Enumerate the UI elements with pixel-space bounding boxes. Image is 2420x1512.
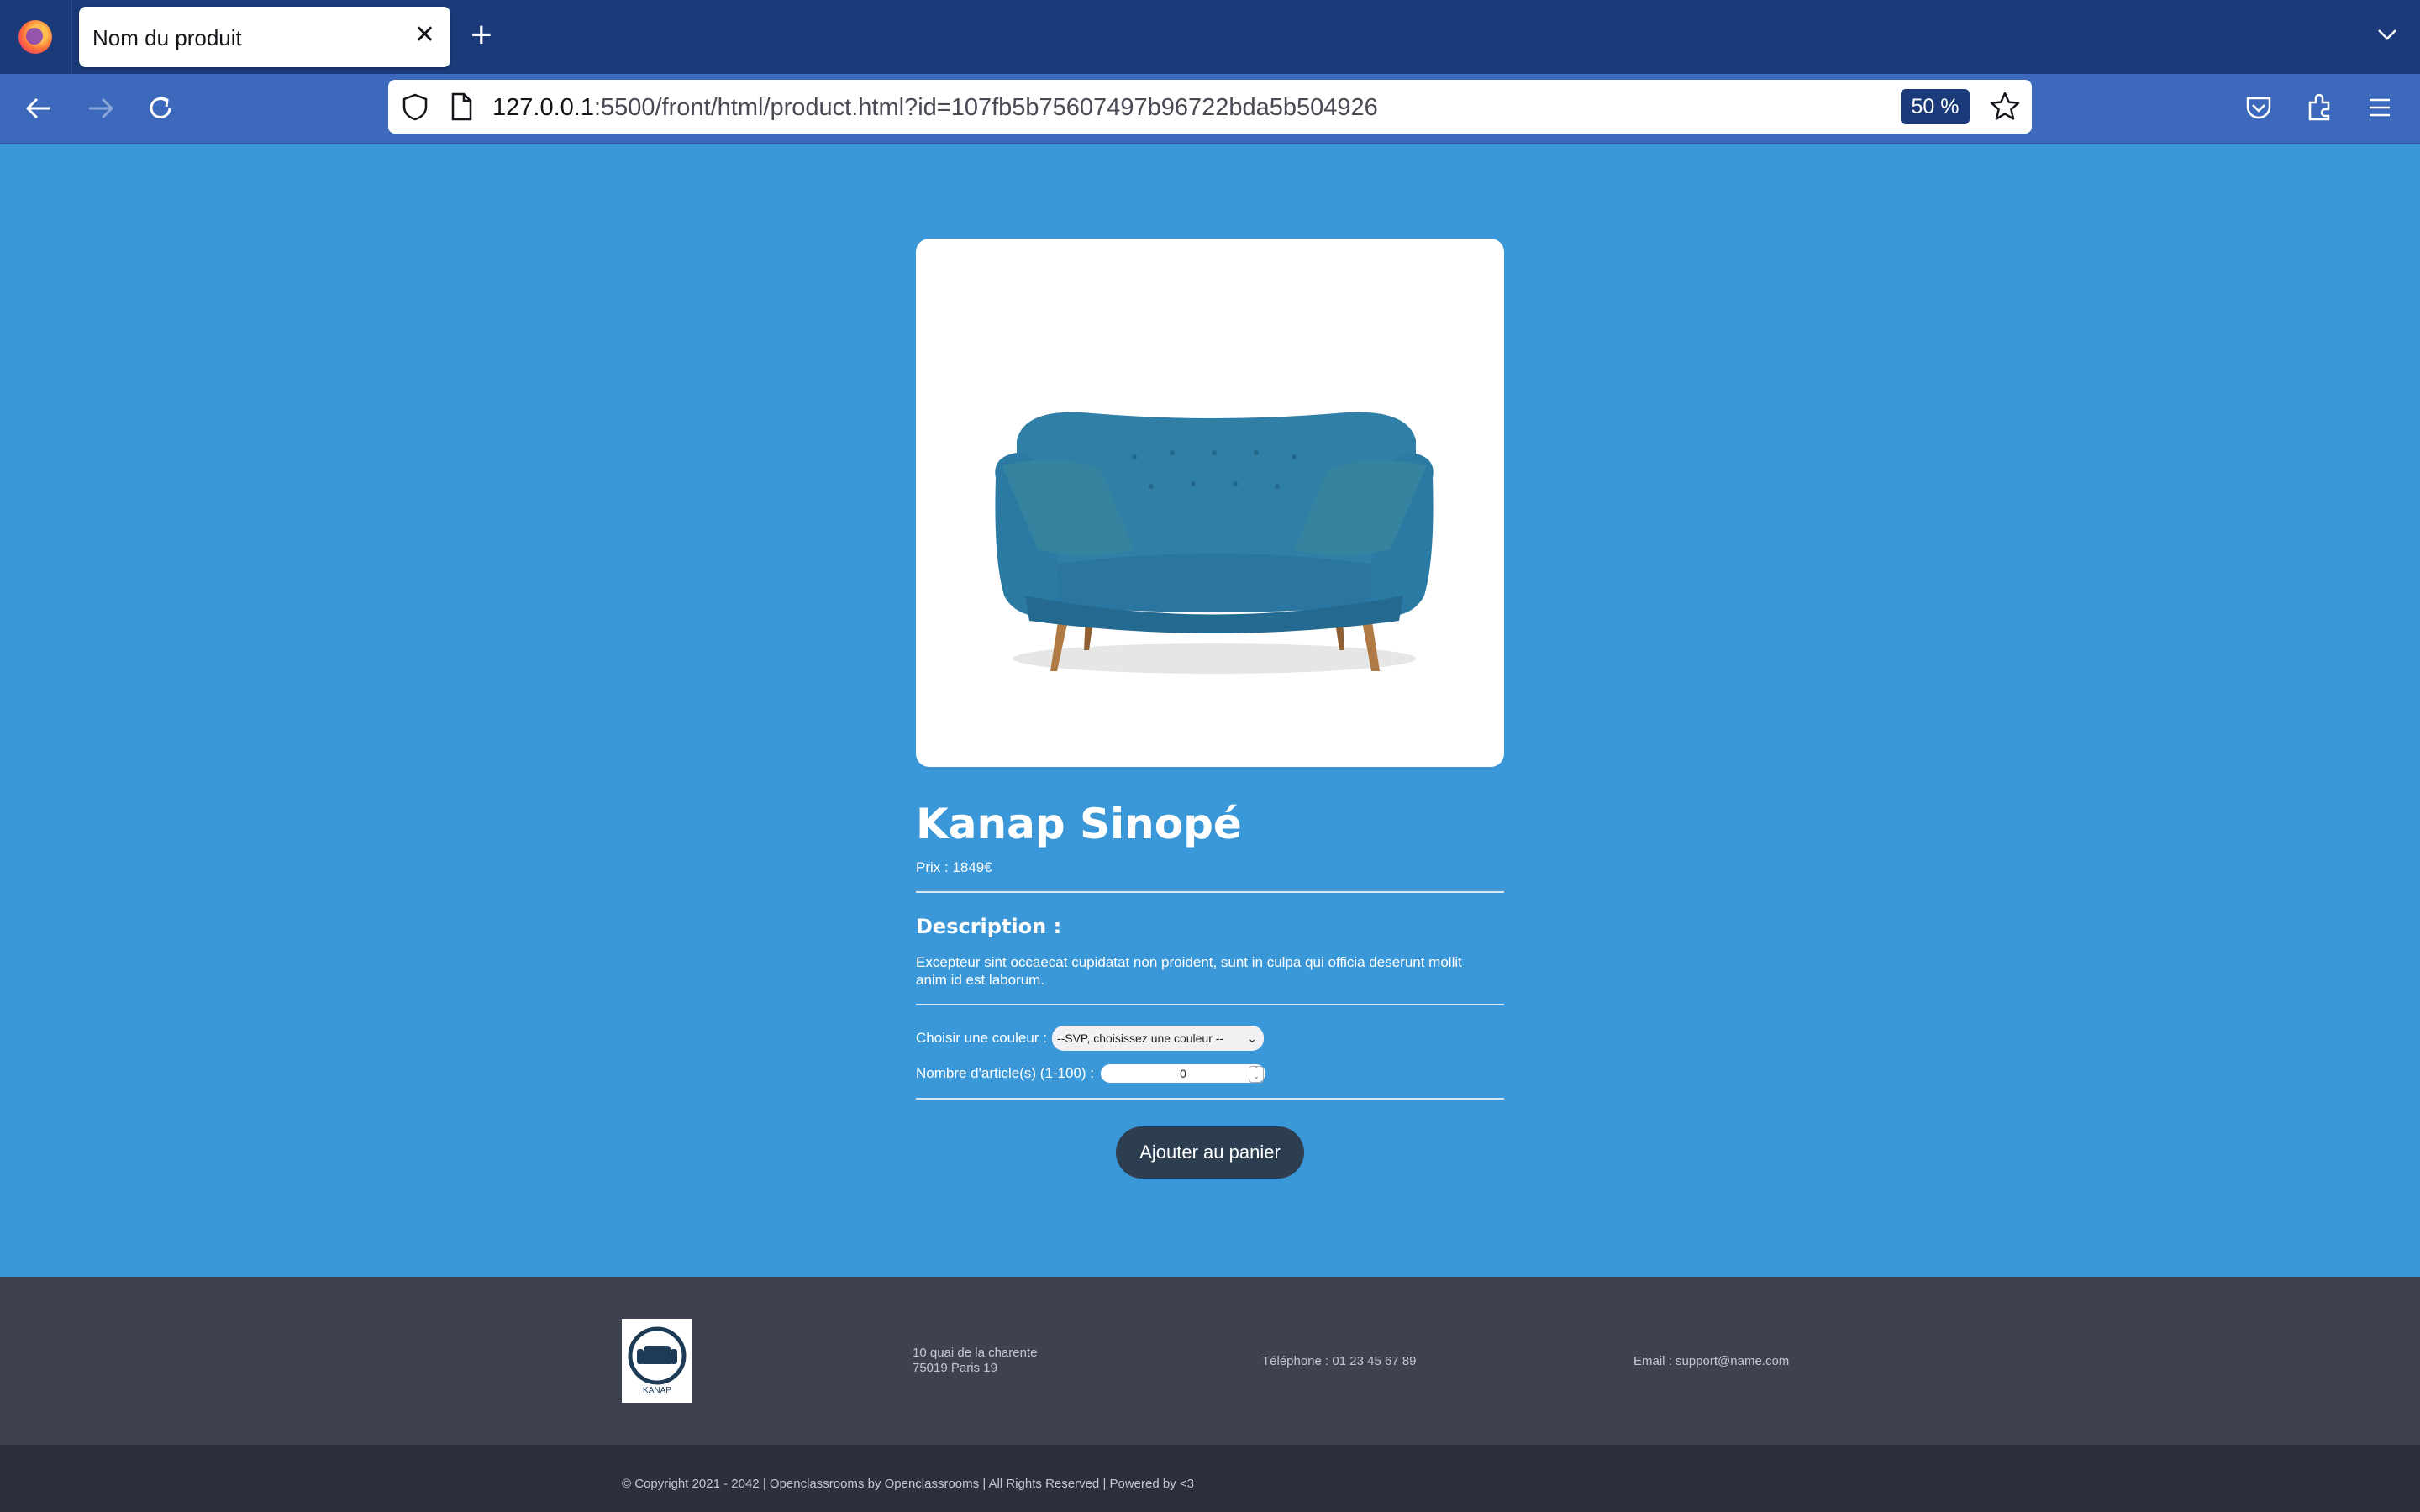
chevron-down-icon[interactable] <box>2375 22 2400 47</box>
color-label: Choisir une couleur : <box>916 1030 1047 1046</box>
description-heading: Description : <box>916 915 1062 938</box>
page-info-icon[interactable] <box>449 92 474 122</box>
product-price: Prix : 1849€ <box>916 859 992 875</box>
menu-icon[interactable] <box>2363 91 2396 124</box>
tab-separator <box>71 0 72 74</box>
tab-title: Nom du produit <box>92 25 242 50</box>
back-arrow-icon[interactable] <box>20 89 59 128</box>
url-host: 127.0.0.1 <box>492 94 594 121</box>
url-text[interactable]: 127.0.0.1:5500/front/html/product.html?i… <box>492 94 1378 122</box>
footer-address: 10 quai de la charente 75019 Paris 19 <box>913 1346 1037 1376</box>
product-section: Kanap Sinopé Prix : 1849€ Description : … <box>916 239 1504 1179</box>
address-line-2: 75019 Paris 19 <box>913 1361 997 1375</box>
shield-icon[interactable] <box>400 92 430 122</box>
browser-toolbar: 127.0.0.1:5500/front/html/product.html?i… <box>0 74 2420 144</box>
color-select[interactable]: --SVP, choisissez une couleur -- ⌄ <box>1051 1026 1264 1051</box>
product-description: Excepteur sint occaecat cupidatat non pr… <box>916 954 1462 988</box>
footer-email[interactable]: Email : support@name.com <box>1634 1354 1789 1369</box>
extensions-icon[interactable] <box>2302 91 2336 124</box>
quantity-value: 0 <box>1180 1067 1186 1080</box>
address-line-1: 10 quai de la charente <box>913 1346 1038 1360</box>
browser-tab-bar: Nom du produit ✕ + <box>0 0 2420 74</box>
zoom-level-badge[interactable]: 50 % <box>1901 89 1970 124</box>
footer-phone: Téléphone : 01 23 45 67 89 <box>1262 1354 1417 1368</box>
firefox-logo-icon <box>18 20 52 54</box>
kanap-logo: KANAP <box>622 1319 692 1403</box>
divider <box>916 1098 1504 1100</box>
pocket-icon[interactable] <box>2242 91 2275 124</box>
divider <box>916 1004 1504 1005</box>
product-title: Kanap Sinopé <box>916 800 1242 848</box>
chevron-down-icon: ⌄ <box>1247 1032 1257 1045</box>
reload-icon[interactable] <box>141 89 180 128</box>
copyright-text: © Copyright 2021 - 2042 | Openclassrooms… <box>622 1477 1194 1491</box>
add-to-cart-button[interactable]: Ajouter au panier <box>1116 1126 1304 1179</box>
quantity-stepper[interactable]: ⌃ ⌄ <box>1249 1066 1265 1083</box>
color-row: Choisir une couleur : --SVP, choisissez … <box>916 1026 1504 1051</box>
quantity-input[interactable]: 0 ⌃ ⌄ <box>1101 1064 1266 1083</box>
product-image-card <box>916 239 1504 767</box>
footer-bottom: © Copyright 2021 - 2042 | Openclassrooms… <box>0 1445 2420 1512</box>
quantity-row: Nombre d'article(s) (1-100) : 0 ⌃ ⌄ <box>916 1064 1504 1083</box>
divider <box>916 891 1504 893</box>
logo-text: KANAP <box>643 1386 671 1395</box>
active-tab[interactable]: Nom du produit ✕ <box>79 7 450 67</box>
bookmark-star-icon[interactable] <box>1988 90 2022 123</box>
forward-arrow-icon[interactable] <box>81 89 119 128</box>
address-bar[interactable]: 127.0.0.1:5500/front/html/product.html?i… <box>388 80 2032 134</box>
quantity-label: Nombre d'article(s) (1-100) : <box>916 1065 1095 1081</box>
close-tab-icon[interactable]: ✕ <box>414 20 435 50</box>
sofa-image <box>995 412 1434 674</box>
new-tab-button[interactable]: + <box>471 17 492 54</box>
footer: KANAP 10 quai de la charente 75019 Paris… <box>0 1277 2420 1445</box>
url-path: :5500/front/html/product.html?id=107fb5b… <box>593 94 1378 121</box>
color-select-value: --SVP, choisissez une couleur -- <box>1056 1032 1224 1045</box>
